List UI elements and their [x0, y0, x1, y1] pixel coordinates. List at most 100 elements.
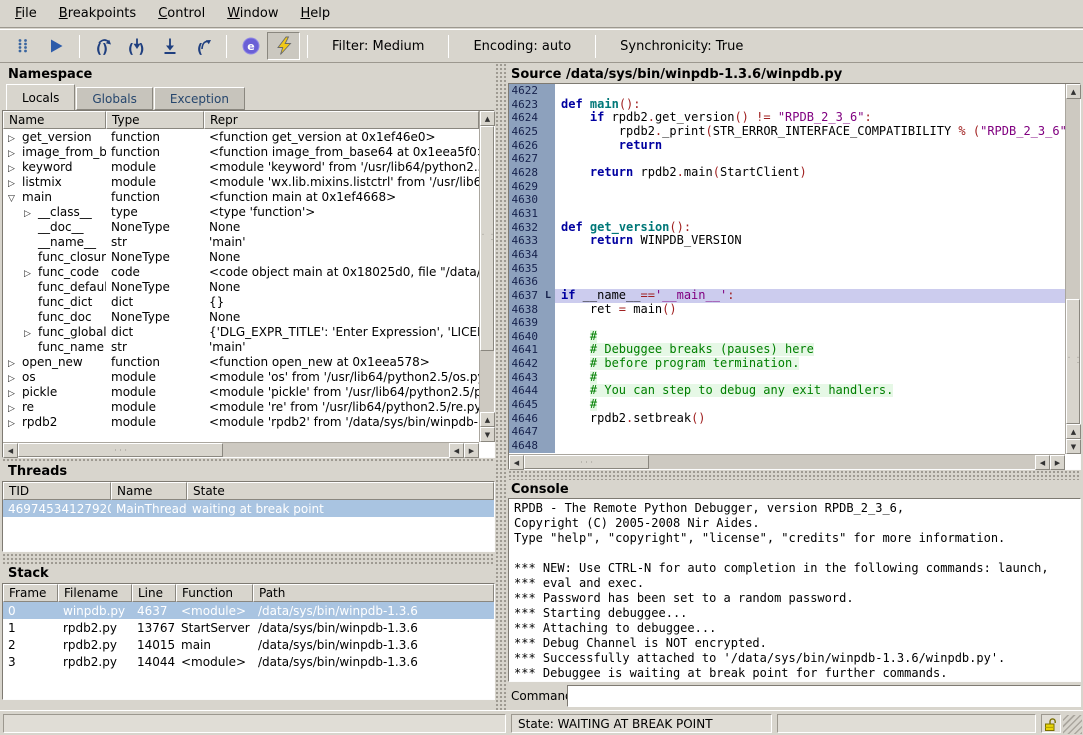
source-line[interactable]: 4625 rpdb2._print(STR_ERROR_INTERFACE_CO… — [509, 125, 1065, 139]
column-header-name[interactable]: Name — [3, 111, 106, 129]
synchronicity-button[interactable] — [267, 32, 300, 60]
tab-globals[interactable]: Globals — [76, 87, 153, 110]
source-line[interactable]: 4645 # — [509, 398, 1065, 412]
source-line[interactable]: 4622 — [509, 84, 1065, 98]
menu-file[interactable]: File — [4, 2, 48, 25]
namespace-row[interactable]: func_closurNoneTypeNone — [3, 249, 479, 264]
source-line[interactable]: 4641 # Debuggee breaks (pauses) here — [509, 343, 1065, 357]
expand-icon[interactable]: ▷ — [8, 374, 22, 384]
menu-breakpoints[interactable]: Breakpoints — [48, 2, 147, 25]
splitter-vertical[interactable] — [495, 63, 508, 710]
source-line[interactable]: 4646 rpdb2.setbreak() — [509, 412, 1065, 426]
scrollbar-thumb[interactable] — [1066, 299, 1080, 424]
expand-icon[interactable]: ▷ — [8, 359, 22, 369]
source-line[interactable]: 4644 # You can step to debug any exit ha… — [509, 384, 1065, 398]
namespace-row[interactable]: __doc__NoneTypeNone — [3, 219, 479, 234]
source-view[interactable]: 46224623def main():4624 if rpdb2.get_ver… — [508, 83, 1081, 470]
source-line[interactable]: 4633 return WINPDB_VERSION — [509, 234, 1065, 248]
namespace-row[interactable]: ▷picklemodule<module 'pickle' from '/usr… — [3, 384, 479, 399]
scrollbar-thumb[interactable] — [524, 455, 649, 469]
splitter-source-console[interactable] — [508, 470, 1081, 480]
namespace-row[interactable]: ▷func_globaldict{'DLG_EXPR_TITLE': 'Ente… — [3, 324, 479, 339]
source-line[interactable]: 4623def main(): — [509, 98, 1065, 112]
column-header-line[interactable]: Line — [132, 584, 176, 602]
source-line[interactable]: 4648 — [509, 439, 1065, 453]
splitter-threads-stack[interactable] — [2, 553, 495, 564]
expand-icon[interactable]: ▷ — [8, 404, 22, 414]
source-line[interactable]: 4636 — [509, 275, 1065, 289]
namespace-vertical-scrollbar[interactable]: ▲ ▲ ▼ — [479, 111, 494, 442]
menu-control[interactable]: Control — [147, 2, 216, 25]
stack-frame-row[interactable]: 3rpdb2.py14044<module>/data/sys/bin/winp… — [3, 653, 494, 670]
scroll-down-icon[interactable]: ▼ — [1066, 439, 1081, 454]
namespace-row[interactable]: func_namestr'main' — [3, 339, 479, 354]
resize-grip-icon[interactable] — [1063, 715, 1082, 734]
namespace-row[interactable]: ▷osmodule<module 'os' from '/usr/lib64/p… — [3, 369, 479, 384]
thread-row[interactable]: 46974534127920MainThreadwaiting at break… — [3, 500, 494, 517]
stack-frame-row[interactable]: 1rpdb2.py13767StartServer/data/sys/bin/w… — [3, 619, 494, 636]
expand-icon[interactable]: ▷ — [8, 419, 22, 429]
namespace-row[interactable]: ▷listmixmodule<module 'wx.lib.mixins.lis… — [3, 174, 479, 189]
scroll-up-icon[interactable]: ▲ — [480, 412, 495, 427]
scroll-left-icon[interactable]: ◀ — [1035, 455, 1050, 470]
namespace-row[interactable]: ▷keywordmodule<module 'keyword' from '/u… — [3, 159, 479, 174]
scrollbar-thumb[interactable] — [18, 443, 223, 457]
expand-icon[interactable]: ▷ — [8, 179, 22, 189]
column-header-frame[interactable]: Frame — [3, 584, 58, 602]
source-line[interactable]: 4635 — [509, 262, 1065, 276]
namespace-row[interactable]: ▷__class__type<type 'function'> — [3, 204, 479, 219]
column-header-state[interactable]: State — [187, 482, 494, 500]
tab-exception[interactable]: Exception — [154, 87, 245, 110]
namespace-row[interactable]: __name__str'main' — [3, 234, 479, 249]
source-line[interactable]: 4630 — [509, 193, 1065, 207]
expand-icon[interactable]: ▷ — [8, 164, 22, 174]
source-line[interactable]: 4647 — [509, 425, 1065, 439]
source-line[interactable]: 4626 return — [509, 139, 1065, 153]
scroll-left-icon[interactable]: ◀ — [449, 443, 464, 458]
menu-window[interactable]: Window — [216, 2, 289, 25]
stack-frame-row[interactable]: 0winpdb.py4637<module>/data/sys/bin/winp… — [3, 602, 494, 619]
column-header-tid[interactable]: TID — [3, 482, 111, 500]
column-header-filename[interactable]: Filename — [58, 584, 132, 602]
namespace-horizontal-scrollbar[interactable]: ◀ ◀ ▶ — [3, 442, 479, 457]
source-line[interactable]: 4642 # before program termination. — [509, 357, 1065, 371]
source-line[interactable]: 4634 — [509, 248, 1065, 262]
splitter-namespace-threads[interactable] — [2, 458, 495, 463]
go-button[interactable] — [39, 32, 72, 60]
expand-icon[interactable]: ▷ — [8, 149, 22, 159]
column-header-name[interactable]: Name — [111, 482, 187, 500]
expand-icon[interactable]: ▷ — [24, 209, 38, 219]
next-button[interactable]: () — [87, 32, 120, 60]
scroll-up-icon[interactable]: ▲ — [1066, 84, 1081, 99]
scrollbar-thumb[interactable] — [480, 126, 494, 351]
expand-icon[interactable]: ▷ — [24, 269, 38, 279]
menu-help[interactable]: Help — [289, 2, 341, 25]
source-line[interactable]: 4632def get_version(): — [509, 221, 1065, 235]
source-line[interactable]: 4643 # — [509, 371, 1065, 385]
stack-frame-row[interactable]: 2rpdb2.py14015main/data/sys/bin/winpdb-1… — [3, 636, 494, 653]
expand-icon[interactable]: ▷ — [8, 134, 22, 144]
scroll-left-icon[interactable]: ◀ — [3, 443, 18, 458]
source-line[interactable]: 4629 — [509, 180, 1065, 194]
scroll-up-icon[interactable]: ▲ — [480, 111, 495, 126]
break-button[interactable] — [6, 32, 39, 60]
command-input[interactable] — [567, 685, 1081, 707]
expand-icon[interactable]: ▷ — [8, 389, 22, 399]
source-line[interactable]: 4640 # — [509, 330, 1065, 344]
namespace-row[interactable]: func_defaulNoneTypeNone — [3, 279, 479, 294]
scroll-right-icon[interactable]: ▶ — [1050, 455, 1065, 470]
source-line[interactable]: 4638 ret = main() — [509, 303, 1065, 317]
step-button[interactable]: ( ) — [120, 32, 153, 60]
namespace-row[interactable]: func_docNoneTypeNone — [3, 309, 479, 324]
namespace-row[interactable]: ▷get_versionfunction<function get_versio… — [3, 129, 479, 144]
source-line[interactable]: 4628 return rpdb2.main(StartClient) — [509, 166, 1065, 180]
namespace-row[interactable]: ▷func_codecode<code object main at 0x180… — [3, 264, 479, 279]
source-line[interactable]: 4631 — [509, 207, 1065, 221]
source-vertical-scrollbar[interactable]: ▲ ▲ ▼ — [1065, 84, 1080, 454]
namespace-row[interactable]: ▷image_from_bfunction<function image_fro… — [3, 144, 479, 159]
return-button[interactable] — [153, 32, 186, 60]
expand-icon[interactable]: ▷ — [24, 329, 38, 339]
namespace-row[interactable]: ▷rpdb2module<module 'rpdb2' from '/data/… — [3, 414, 479, 429]
column-header-repr[interactable]: Repr — [204, 111, 479, 129]
column-header-function[interactable]: Function — [176, 584, 253, 602]
